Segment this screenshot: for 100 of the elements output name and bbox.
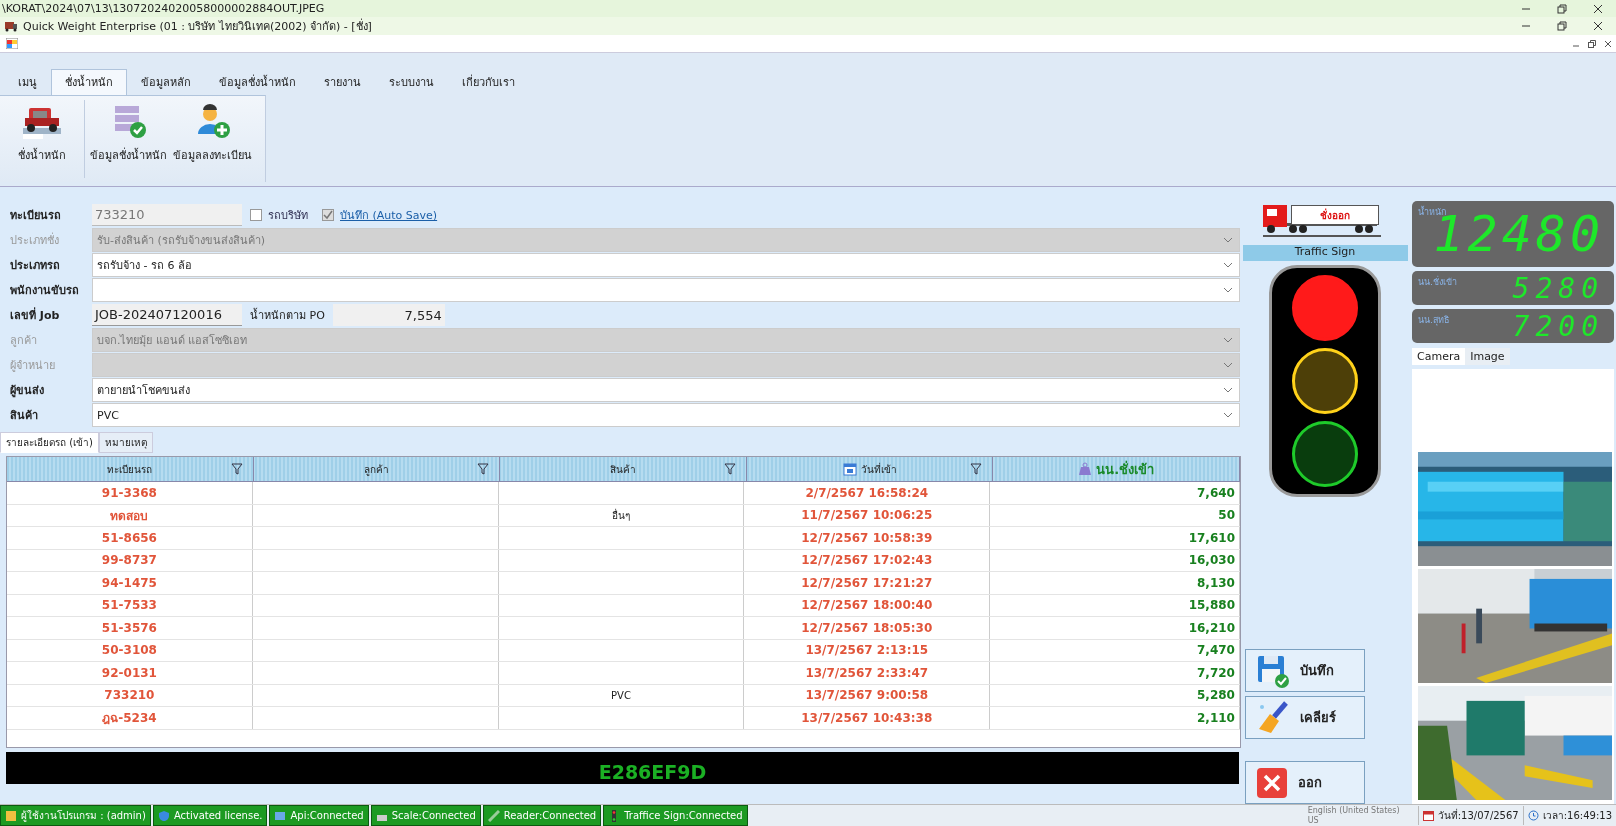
shield-icon [157, 809, 170, 822]
status-text: Traffice Sign:Connected [624, 810, 743, 821]
table-cell: 13/7/2567 9:00:58 [744, 684, 991, 706]
ribbon-button[interactable]: ข้อมูลชั่งน้ำหนัก [87, 100, 170, 178]
action-button-label: บันทึก [1300, 662, 1334, 680]
ribbon-button[interactable]: ชั่งน้ำหนัก [0, 100, 85, 178]
filter-icon[interactable] [723, 463, 736, 475]
table-cell: อื่นๆ [498, 504, 745, 526]
field-label: ทะเบียนรถ [9, 208, 62, 224]
table-cell: 51-8656 [7, 527, 253, 549]
table-cell: 16,030 [990, 549, 1240, 571]
ribbon-tab[interactable]: รายงาน [310, 69, 375, 95]
weight-display: นน.ชั่งเข้า 5280 [1412, 271, 1614, 305]
ribbon-button[interactable]: ข้อมูลลงทะเบียน [170, 100, 255, 178]
truck-sign: ชั่งออก [1263, 201, 1387, 241]
caret-icon[interactable] [1223, 287, 1233, 293]
table-cell: 2/7/2567 16:58:24 [744, 482, 991, 504]
auto-save-link[interactable]: บันทึก (Auto Save) [340, 206, 438, 224]
close-icon[interactable] [1604, 39, 1612, 48]
field-label: สินค้า [9, 408, 39, 424]
field-label: เลขที่ Job [9, 306, 61, 324]
dropdown-field[interactable] [92, 353, 1240, 377]
field-label: พนักงานขับรถ [9, 283, 80, 299]
job-field[interactable]: JOB-202407120016 [92, 304, 242, 326]
ribbon-tab[interactable]: ข้อมูลหลัก [127, 69, 205, 95]
status-text: Scale:Connected [391, 810, 476, 821]
table-cell: 16,210 [990, 617, 1240, 639]
app-icon [4, 20, 18, 32]
action-button[interactable]: เคลียร์ [1245, 696, 1365, 739]
ribbon-tab[interactable]: เกี่ยวกับเรา [448, 69, 529, 95]
ribbon-tab[interactable]: ข้อมูลชั่งน้ำหนัก [205, 69, 310, 95]
caret-icon[interactable] [1223, 387, 1233, 393]
restore-icon[interactable] [1557, 21, 1567, 31]
column-header[interactable]: ทะเบียนรถ [7, 457, 254, 481]
clock-icon [1527, 810, 1539, 821]
checkbox[interactable] [322, 209, 334, 221]
table-cell: 91-3368 [7, 482, 253, 504]
status-text: Activated license. [173, 810, 263, 821]
keyboard-layout: US [1307, 815, 1320, 826]
caret-icon[interactable] [1223, 412, 1233, 418]
action-button[interactable]: บันทึก [1245, 649, 1365, 692]
dropdown-field[interactable] [92, 278, 1240, 302]
close-icon[interactable] [1593, 21, 1603, 31]
close-icon [1256, 766, 1288, 799]
column-header[interactable]: วันที่เข้า [746, 457, 994, 481]
table-cell: 92-0131 [7, 662, 253, 684]
table-cell: 5,280 [990, 684, 1240, 706]
checkbox-label: รถบริษัท [268, 208, 308, 224]
plate-field[interactable]: 733210 [92, 204, 242, 226]
table-cell: 2,110 [990, 707, 1240, 729]
column-header[interactable]: ลูกค้า [253, 457, 501, 481]
monitor-icon [274, 809, 287, 822]
table-cell: ทดสอบ [7, 504, 253, 526]
camera-tab[interactable]: Camera [1412, 348, 1466, 365]
caret-icon[interactable] [1223, 337, 1233, 343]
camera-tab[interactable]: Image [1465, 348, 1510, 365]
detail-tab[interactable]: หมายเหตุ [99, 432, 153, 453]
table-cell: 8,130 [990, 572, 1240, 594]
table-cell: 12/7/2567 17:02:43 [744, 549, 991, 571]
table-cell: 13/7/2567 10:43:38 [744, 707, 991, 729]
field-label: ประเภทรถ [9, 258, 61, 274]
field-label: ผู้ขนส่ง [9, 383, 45, 399]
filter-icon[interactable] [970, 463, 983, 475]
user-icon [5, 809, 17, 822]
table-cell: 99-8737 [7, 549, 253, 571]
ribbon-tab[interactable]: เมนู [4, 69, 51, 95]
restore-icon[interactable] [1557, 3, 1567, 14]
action-button[interactable]: ออก [1245, 761, 1365, 804]
ribbon-tab[interactable]: ระบบงาน [375, 69, 448, 95]
ribbon-tab[interactable]: ชั่งน้ำหนัก [51, 69, 127, 95]
ribbon-button-label: ชั่งน้ำหนัก [18, 146, 66, 164]
dropdown-field[interactable]: PVC [92, 403, 1240, 427]
field-label: ลูกค้า [9, 333, 38, 349]
column-header[interactable]: สินค้า [500, 457, 747, 481]
restore-icon[interactable] [1588, 39, 1596, 48]
filter-icon[interactable] [477, 463, 490, 475]
table-cell: 51-7533 [7, 594, 253, 616]
save-icon [1256, 653, 1290, 688]
po-weight-field[interactable]: 7,554 [332, 304, 445, 326]
action-button-label: เคลียร์ [1300, 709, 1336, 727]
table-cell: 17,610 [990, 527, 1240, 549]
table-cell: ฎฉ-5234 [7, 707, 253, 729]
caret-icon[interactable] [1223, 237, 1233, 243]
table-cell: 15,880 [990, 594, 1240, 616]
close-icon[interactable] [1593, 3, 1603, 14]
dropdown-field[interactable]: รถรับจ้าง - รถ 6 ล้อ [92, 253, 1240, 277]
weight-display: นน.สุทธิ 7200 [1412, 309, 1614, 343]
table-cell: 51-3576 [7, 617, 253, 639]
caret-icon[interactable] [1223, 262, 1233, 268]
status-time: เวลา:16:49:13 [1542, 809, 1612, 823]
table-cell: 11/7/2567 10:06:25 [744, 504, 991, 526]
checkbox[interactable] [250, 209, 262, 221]
form-icon [6, 38, 18, 49]
table-cell: 7,640 [990, 482, 1240, 504]
caret-icon[interactable] [1223, 362, 1233, 368]
dropdown-field[interactable]: ตายายนำโชคขนส่ง [92, 378, 1240, 402]
language-indicator: English (United States) [1307, 805, 1401, 816]
table-cell: 7,470 [990, 639, 1240, 661]
filter-icon[interactable] [230, 463, 243, 475]
detail-tab[interactable]: รายละเอียดรถ (เข้า) [0, 432, 99, 453]
